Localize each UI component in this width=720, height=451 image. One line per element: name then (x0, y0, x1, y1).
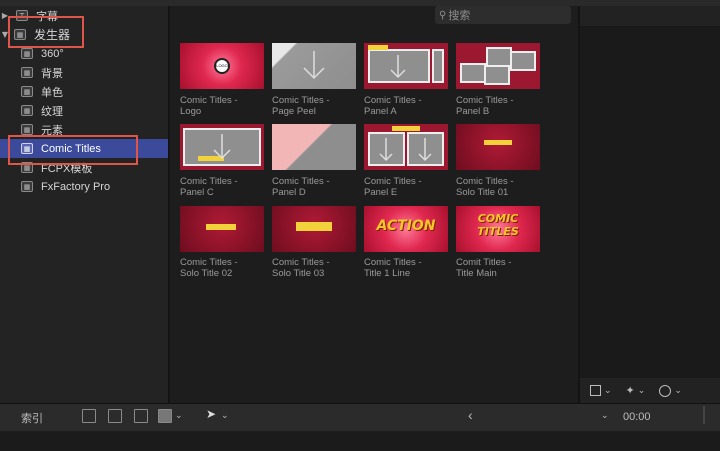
sidebar-item-label: 360° (41, 47, 64, 60)
arrow-down-icon (379, 138, 432, 162)
folder-icon: ▦ (21, 67, 33, 78)
speed-gauge-icon[interactable] (659, 384, 672, 397)
annotation-highlight-comic-titles (8, 135, 138, 165)
sidebar-item-solids[interactable]: ▦ 单色 (0, 82, 168, 101)
sidebar-item-fxfactory-pro[interactable]: ▦ FxFactory Pro (0, 177, 168, 196)
arrow-down-icon (390, 55, 406, 79)
viewer (580, 6, 720, 403)
toolbar-separator (703, 406, 705, 424)
chevron-down-icon[interactable]: ⌄ (604, 385, 612, 396)
sidebar-item-label: 背景 (41, 67, 63, 80)
thumbnail-solo-title-02[interactable] (180, 206, 264, 252)
overwrite-clip-icon[interactable] (158, 409, 172, 423)
chevron-down-icon[interactable]: ⌄ (175, 410, 183, 421)
arrow-down-icon (303, 51, 325, 80)
tile-label: Comic Titles - Panel C (180, 176, 238, 198)
arrow-down-icon (213, 134, 231, 160)
viewer-header (580, 6, 720, 26)
tile-label: Comic Titles - Panel D (272, 176, 330, 198)
tile-label: Comic Titles - Page Peel (272, 95, 330, 117)
folder-icon: ▦ (21, 124, 33, 135)
logo-badge: LOGO (214, 58, 230, 74)
tile-label: Comic Titles - Logo (180, 95, 238, 117)
thumbnail-page-peel[interactable] (272, 43, 356, 89)
tile-label: Comic Titles - Panel E (364, 176, 422, 198)
magic-wand-icon[interactable]: ✦ (626, 384, 635, 397)
folder-icon: ▦ (21, 105, 33, 116)
chevron-down-icon[interactable]: ⌄ (638, 385, 646, 396)
thumbnail-panel-a[interactable] (364, 43, 448, 89)
sidebar-item-label: 纹理 (41, 105, 63, 118)
thumbnail-panel-c[interactable] (180, 124, 264, 170)
tile-label: Comit Titles - Title Main (456, 257, 512, 279)
thumbnail-panel-d[interactable] (272, 124, 356, 170)
tile-label: Comic Titles - Solo Title 02 (180, 257, 238, 279)
thumbnail-solo-title-01[interactable] (456, 124, 540, 170)
timeline-area (0, 431, 720, 451)
folder-icon: ▦ (21, 181, 33, 192)
thumbnail-title-1-line[interactable]: ACTION (364, 206, 448, 252)
comic-titles-text: COMIC TITLES (477, 212, 519, 238)
annotation-highlight-generators (8, 16, 84, 48)
thumbnail-panel-e[interactable] (364, 124, 448, 170)
viewer-toolbar: ⌄ ✦ ⌄ ⌄ (580, 378, 720, 403)
append-clip-icon[interactable] (134, 409, 148, 423)
chevron-left-icon[interactable]: ‹ (468, 407, 473, 423)
sidebar-item-label: FxFactory Pro (41, 180, 111, 193)
connect-clip-icon[interactable] (82, 409, 96, 423)
tile-label: Comic Titles - Panel B (456, 95, 514, 117)
thumbnail-title-main[interactable]: COMIC TITLES (456, 206, 540, 252)
folder-icon: ▦ (21, 48, 33, 59)
tile-label: Comic Titles - Title 1 Line (364, 257, 422, 279)
sidebar-item-textures[interactable]: ▦ 纹理 (0, 101, 168, 120)
tile-label: Comic Titles - Panel A (364, 95, 422, 117)
select-tool-arrow-icon[interactable]: ➤ (206, 407, 216, 421)
thumbnail-panel-b[interactable] (456, 43, 540, 89)
search-placeholder: 搜索 (448, 10, 471, 22)
action-text: ACTION (376, 218, 436, 234)
index-button[interactable]: 索引 (21, 410, 43, 426)
insert-clip-icon[interactable] (108, 409, 122, 423)
tile-label: Comic Titles - Solo Title 01 (456, 176, 514, 198)
sidebar: ▶ T 字幕 ▼ ▦ 发生器 ▦ 360° ▦ 背景 ▦ 单色 ▦ 纹理 ▦ 元… (0, 6, 168, 403)
thumbnail-logo[interactable]: LOGO (180, 43, 264, 89)
search-input[interactable]: ⚲ 搜索 (435, 6, 571, 24)
chevron-down-icon[interactable]: ⌄ (674, 385, 682, 396)
sidebar-item-backgrounds[interactable]: ▦ 背景 (0, 63, 168, 82)
folder-icon: ▦ (21, 86, 33, 97)
sidebar-item-label: 单色 (41, 86, 63, 99)
chevron-down-icon[interactable]: ⌄ (601, 410, 609, 421)
tile-label: Comic Titles - Solo Title 03 (272, 257, 330, 279)
thumbnail-solo-title-03[interactable] (272, 206, 356, 252)
search-icon: ⚲ (439, 9, 447, 21)
timecode-display: 00:00 (623, 411, 651, 423)
transform-icon[interactable] (590, 385, 601, 396)
chevron-down-icon[interactable]: ⌄ (221, 410, 229, 421)
